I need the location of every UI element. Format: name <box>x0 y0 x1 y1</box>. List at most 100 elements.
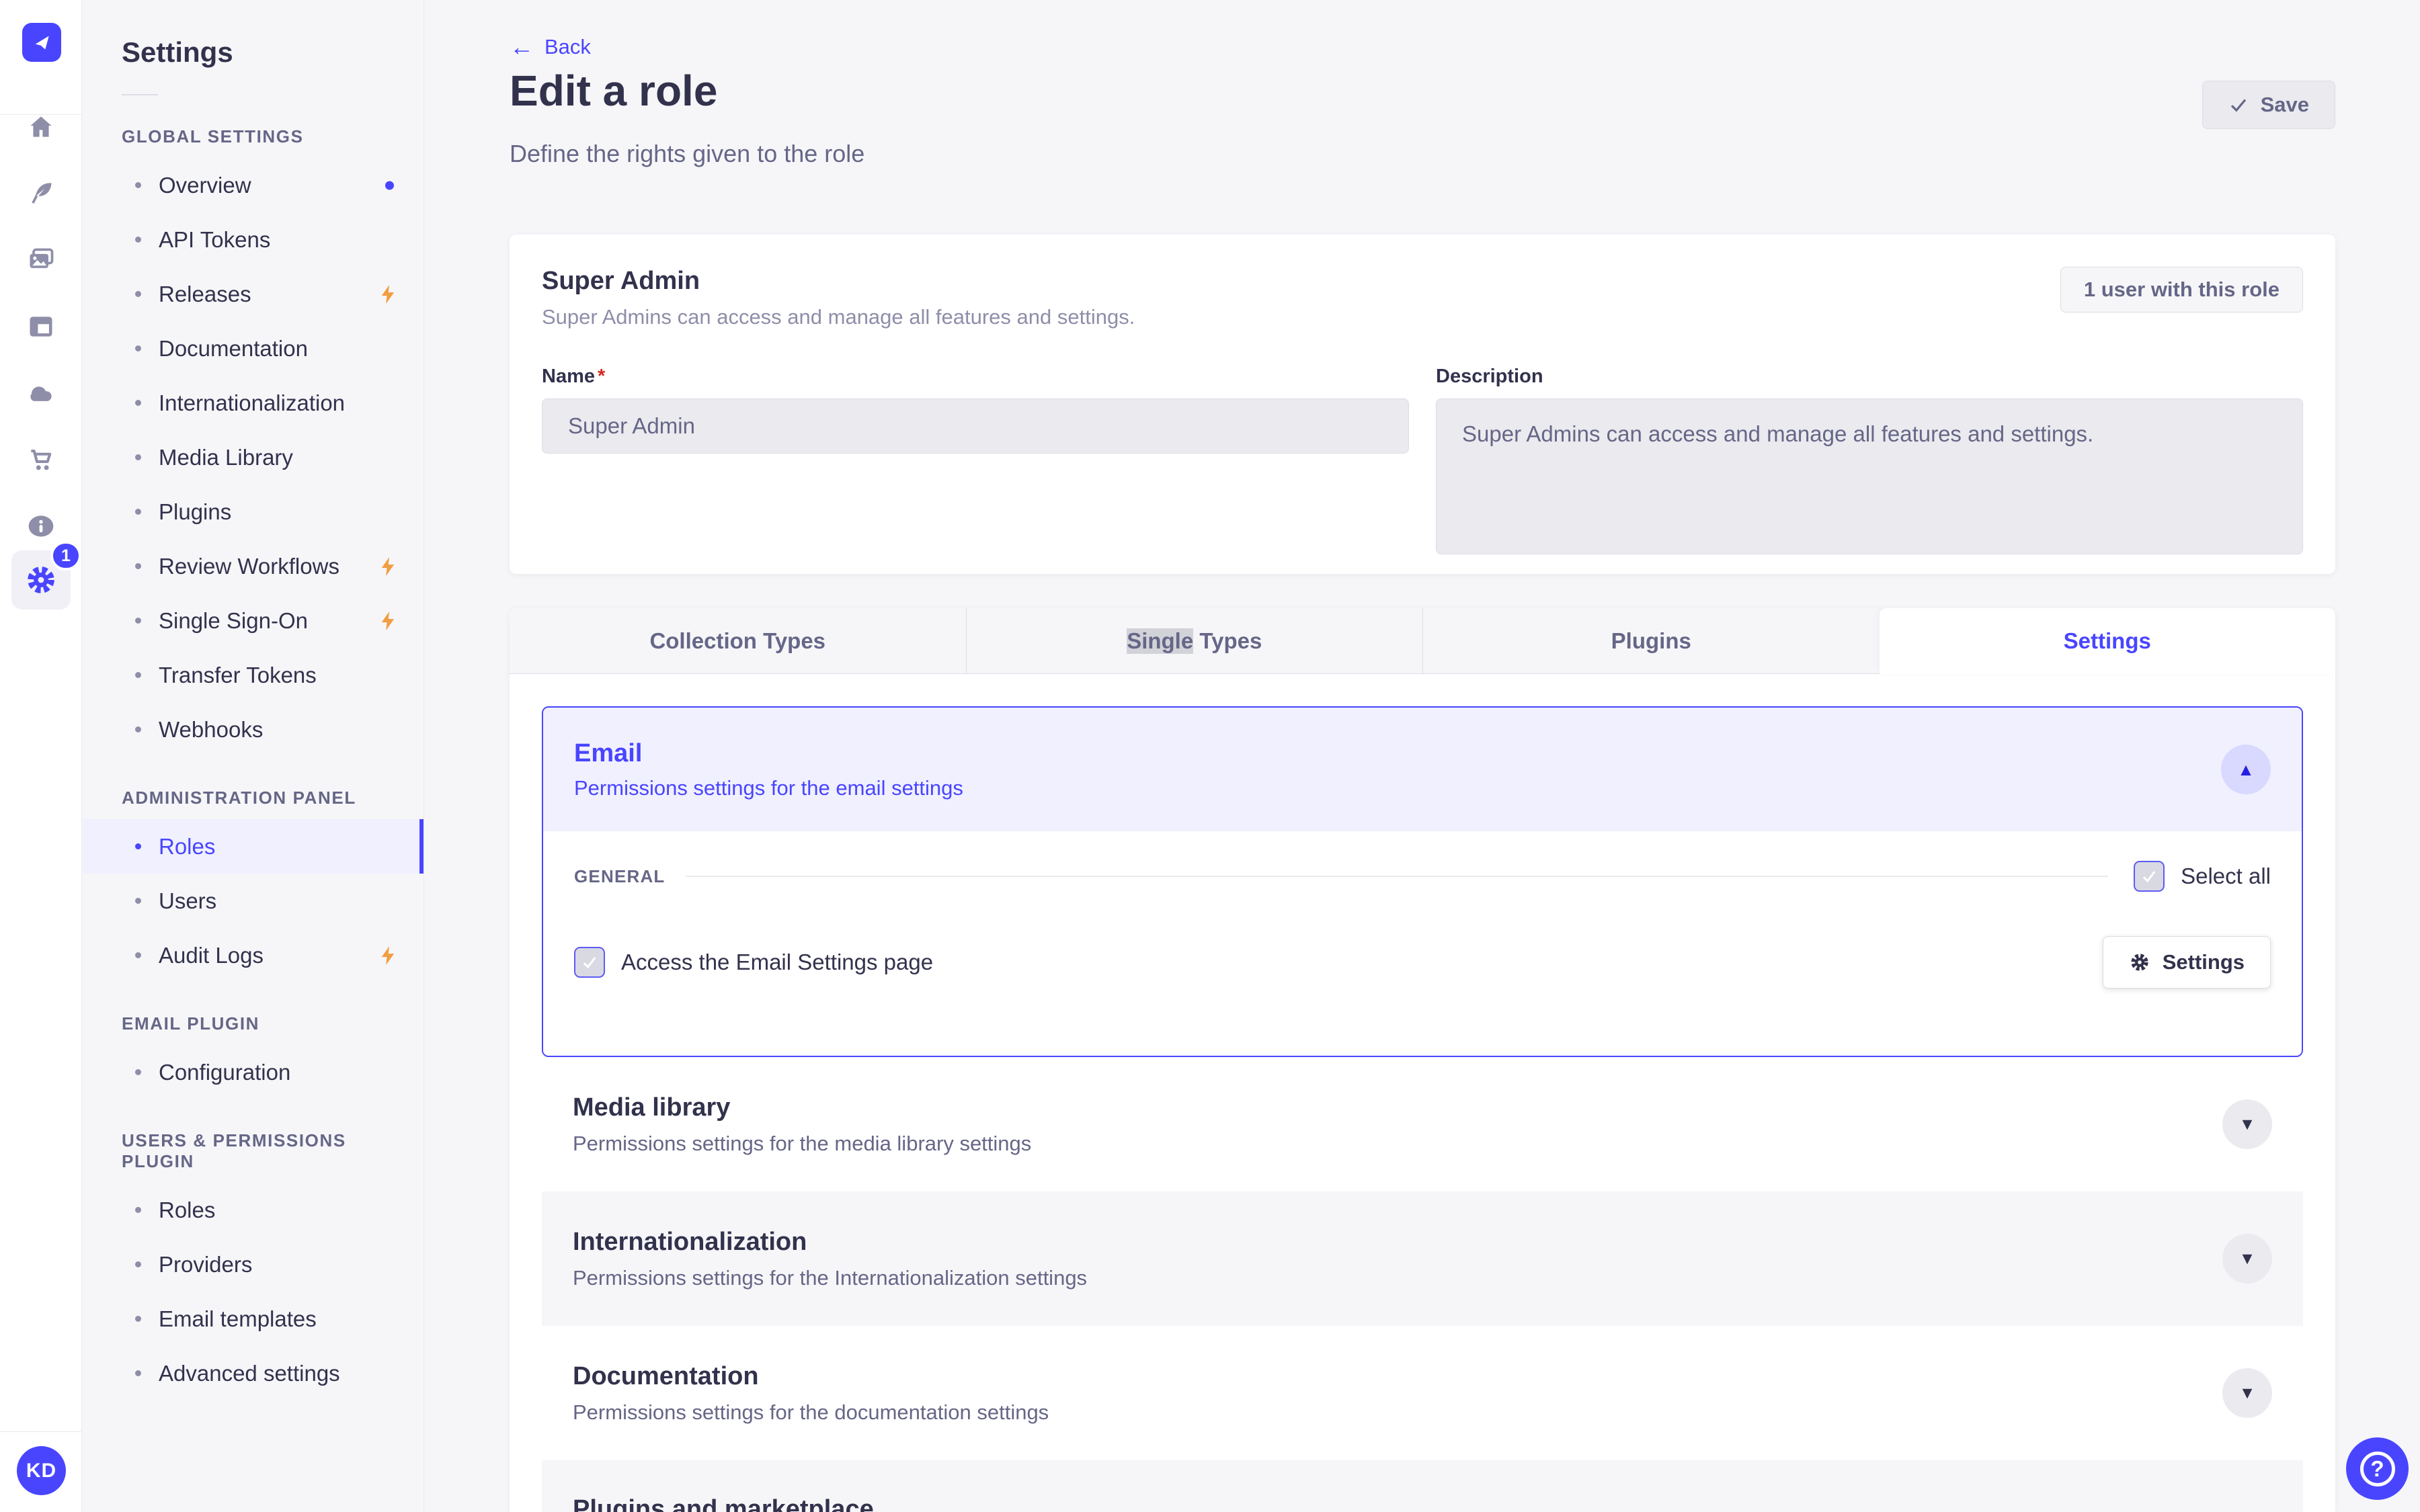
bullet-icon <box>135 898 141 904</box>
rail-divider <box>0 1431 81 1432</box>
sidebar-item-label: Overview <box>159 172 251 198</box>
icon-rail: 1 KD <box>0 0 82 1512</box>
sidebar-item-users[interactable]: Users <box>83 874 424 928</box>
users-with-role-button[interactable]: 1 user with this role <box>2060 267 2303 312</box>
back-link[interactable]: ← Back <box>510 35 591 59</box>
cloud-deploy-icon[interactable] <box>25 377 57 409</box>
description-field-group: Description Super Admins can access and … <box>1436 366 2303 558</box>
tab-collection-types[interactable]: Collection Types <box>510 608 966 674</box>
lightning-icon <box>376 610 399 632</box>
sidebar-item-email-templates[interactable]: Email templates <box>83 1292 424 1346</box>
sidebar-item-label: API Tokens <box>159 226 271 252</box>
sidebar-item-roles-admin[interactable]: Roles <box>83 819 424 874</box>
expand-button[interactable]: ▼ <box>2222 1234 2272 1284</box>
expand-button[interactable]: ▼ <box>2222 1099 2272 1149</box>
content-type-builder-icon[interactable] <box>25 310 57 343</box>
bullet-icon <box>135 345 141 351</box>
description-textarea[interactable]: Super Admins can access and manage all f… <box>1436 398 2303 554</box>
question-mark-icon: ? <box>2360 1451 2395 1486</box>
sidebar-item-advanced-settings[interactable]: Advanced settings <box>83 1346 424 1400</box>
collapse-button[interactable]: ▲ <box>2221 745 2271 794</box>
sidebar-item-label: Configuration <box>159 1059 291 1085</box>
email-accordion-title: Email <box>574 739 643 767</box>
sidebar-item-media-library[interactable]: Media Library <box>83 430 424 485</box>
internationalization-accordion[interactable]: Internationalization Permissions setting… <box>542 1191 2303 1326</box>
accordion-subtitle: Permissions settings for the documentati… <box>573 1400 1049 1424</box>
save-label: Save <box>2260 93 2309 116</box>
user-avatar[interactable]: KD <box>17 1446 66 1495</box>
section-label-administration-panel: ADMINISTRATION PANEL <box>122 788 356 808</box>
bullet-icon <box>135 1207 141 1213</box>
tab-bar: Collection Types Single Types Plugins Se… <box>510 608 2335 674</box>
permissions-card: Collection Types Single Types Plugins Se… <box>510 608 2335 1512</box>
help-button[interactable]: ? <box>2346 1437 2409 1500</box>
media-library-accordion[interactable]: Media library Permissions settings for t… <box>542 1057 2303 1191</box>
sidebar-item-plugins[interactable]: Plugins <box>83 485 424 539</box>
strapi-logo-icon <box>35 36 49 50</box>
sidebar-item-label: Documentation <box>159 335 308 361</box>
bullet-icon <box>135 291 141 297</box>
bullet-icon <box>135 1069 141 1075</box>
sidebar-item-label: Releases <box>159 281 251 306</box>
sidebar-item-audit-logs[interactable]: Audit Logs <box>83 928 424 982</box>
content-manager-feather-icon[interactable] <box>25 177 57 210</box>
strapi-logo[interactable] <box>22 23 61 62</box>
page-subtitle: Define the rights given to the role <box>510 140 865 167</box>
notification-dot-icon <box>385 181 394 190</box>
tab-settings[interactable]: Settings <box>1879 608 2335 674</box>
gear-icon <box>28 566 54 593</box>
sidebar-item-label: Users <box>159 888 217 913</box>
plugins-marketplace-accordion[interactable]: Plugins and marketplace <box>542 1460 2303 1512</box>
bullet-icon <box>135 952 141 958</box>
marketplace-cart-icon[interactable] <box>25 444 57 476</box>
check-icon <box>2142 871 2156 883</box>
bullet-icon <box>135 182 141 188</box>
sidebar-item-roles-up[interactable]: Roles <box>83 1183 424 1237</box>
home-icon[interactable] <box>25 111 57 143</box>
save-button[interactable]: Save <box>2202 81 2335 129</box>
documentation-accordion[interactable]: Documentation Permissions settings for t… <box>542 1326 2303 1460</box>
accordion-title: Internationalization <box>573 1227 807 1256</box>
tab-single-types-label-rest: Types <box>1193 628 1262 653</box>
sidebar-item-label: Webhooks <box>159 716 264 742</box>
expand-button[interactable]: ▼ <box>2222 1368 2272 1418</box>
sidebar-item-overview[interactable]: Overview <box>83 158 424 212</box>
tab-plugins[interactable]: Plugins <box>1422 608 1880 674</box>
sidebar-item-providers[interactable]: Providers <box>83 1237 424 1292</box>
sidebar-item-single-sign-on[interactable]: Single Sign-On <box>83 593 424 648</box>
sidebar-title: Settings <box>122 36 233 68</box>
select-all-checkbox[interactable] <box>2134 861 2165 892</box>
tab-single-types[interactable]: Single Types <box>965 608 1422 674</box>
sidebar-item-documentation[interactable]: Documentation <box>83 321 424 376</box>
email-accordion-subtitle: Permissions settings for the email setti… <box>574 775 963 800</box>
email-accordion-body: GENERAL Select all Access the Email Sett… <box>543 831 2302 1056</box>
sidebar-item-review-workflows[interactable]: Review Workflows <box>83 539 424 593</box>
name-input[interactable] <box>542 398 1409 454</box>
email-accordion-header[interactable]: Email Permissions settings for the email… <box>543 708 2302 831</box>
sidebar-item-api-tokens[interactable]: API Tokens <box>83 212 424 267</box>
sidebar-item-internationalization[interactable]: Internationalization <box>83 376 424 430</box>
email-settings-button[interactable]: Settings <box>2102 936 2271 989</box>
name-label: Name * <box>542 366 606 387</box>
bullet-icon <box>135 672 141 678</box>
section-label-users-permissions-plugin: USERS & PERMISSIONS PLUGIN <box>122 1130 346 1171</box>
sidebar-item-label: Transfer Tokens <box>159 662 317 687</box>
email-accordion-expanded: Email Permissions settings for the email… <box>542 706 2303 1057</box>
accordion-title: Plugins and marketplace <box>573 1495 874 1512</box>
access-email-settings-checkbox[interactable] <box>574 947 605 978</box>
sidebar-item-webhooks[interactable]: Webhooks <box>83 702 424 757</box>
role-info-card: Super Admin Super Admins can access and … <box>510 235 2335 574</box>
sidebar-item-label: Roles <box>159 833 216 859</box>
chevron-down-icon: ▼ <box>2238 1249 2256 1268</box>
media-library-icon[interactable] <box>25 244 57 276</box>
settings-sidebar: Settings GLOBAL SETTINGS Overview API To… <box>83 0 424 1512</box>
sidebar-item-configuration[interactable]: Configuration <box>83 1045 424 1099</box>
sidebar-item-transfer-tokens[interactable]: Transfer Tokens <box>83 648 424 702</box>
info-icon[interactable] <box>25 510 57 542</box>
section-divider-line <box>685 876 2109 877</box>
settings-rail-item[interactable]: 1 <box>11 541 81 610</box>
sidebar-item-label: Advanced settings <box>159 1360 340 1386</box>
role-name-heading: Super Admin <box>542 267 700 295</box>
sidebar-item-label: Audit Logs <box>159 942 264 968</box>
sidebar-item-releases[interactable]: Releases <box>83 267 424 321</box>
